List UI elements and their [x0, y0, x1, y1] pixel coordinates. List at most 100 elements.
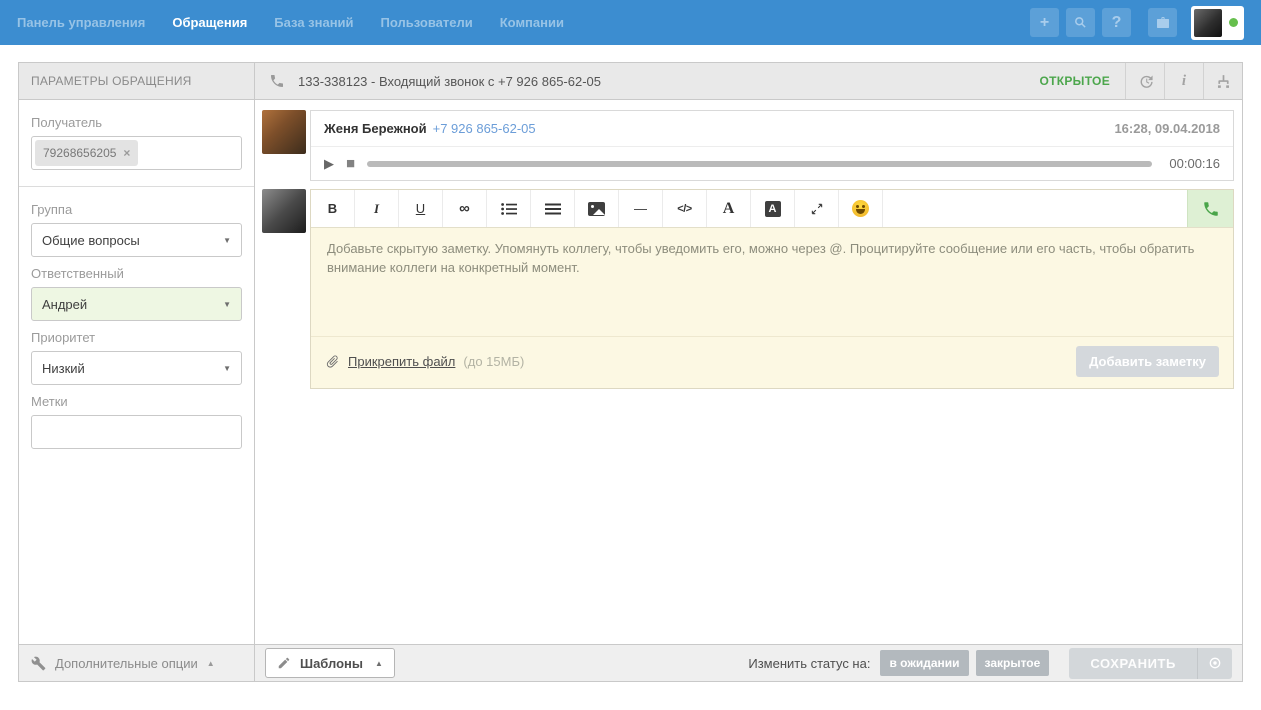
responsible-select[interactable]: Андрей ▼ — [31, 287, 242, 321]
background-color-icon: A — [764, 200, 781, 217]
ticket-footer: Шаблоны ▲ Изменить статус на: в ожидании… — [255, 644, 1242, 681]
call-button[interactable] — [1187, 190, 1233, 227]
additional-options-toggle[interactable]: Дополнительные опции ▲ — [31, 656, 215, 671]
user-avatar — [1194, 8, 1222, 37]
save-options-button[interactable] — [1197, 647, 1232, 679]
tags-input[interactable] — [31, 415, 242, 449]
help-button[interactable]: ? — [1102, 8, 1131, 37]
priority-select[interactable]: Низкий ▼ — [31, 351, 242, 385]
chevron-up-icon: ▲ — [206, 658, 215, 668]
additional-options-label: Дополнительные опции — [55, 655, 198, 671]
bold-button[interactable]: B — [311, 190, 355, 227]
ticket-panel: 133-338123 - Входящий звонок с +7 926 86… — [254, 62, 1243, 682]
add-button[interactable]: + — [1030, 8, 1059, 37]
info-button[interactable]: i — [1164, 63, 1203, 99]
note-textarea[interactable]: Добавьте скрытую заметку. Упомянуть колл… — [311, 228, 1233, 336]
recipient-label: Получатель — [31, 115, 103, 130]
attach-size-hint: (до 15МБ) — [463, 354, 525, 369]
info-icon: i — [1181, 72, 1187, 89]
group-label: Группа — [31, 202, 73, 217]
content-area: ПАРАМЕТРЫ ОБРАЩЕНИЯ Получатель 792686562… — [18, 62, 1243, 682]
note-footer: Прикрепить файл (до 15МБ) Добавить замет… — [311, 336, 1233, 388]
font-color-button[interactable]: A — [707, 190, 751, 227]
change-status-label: Изменить статус на: — [748, 655, 871, 671]
emoji-button[interactable] — [839, 190, 883, 227]
recipient-input[interactable]: 79268656205 × — [31, 136, 242, 170]
remove-tag-icon[interactable]: × — [123, 147, 130, 159]
save-button[interactable]: СОХРАНИТЬ — [1069, 647, 1197, 679]
group-value: Общие вопросы — [42, 232, 140, 248]
wand-icon — [277, 656, 291, 670]
ticket-thread: Женя Бережной +7 926 865-62-05 16:28, 09… — [255, 100, 1242, 644]
link-button[interactable]: ∞ — [443, 190, 487, 227]
sidebar-title: ПАРАМЕТРЫ ОБРАЩЕНИЯ — [31, 74, 192, 88]
merge-button[interactable] — [1203, 63, 1242, 99]
play-icon[interactable]: ▶ — [324, 157, 334, 170]
responsible-label: Ответственный — [31, 266, 124, 281]
fields-section: Группа Общие вопросы ▼ Ответственный Анд… — [19, 187, 254, 465]
paperclip-icon — [325, 354, 340, 369]
call-message-header: Женя Бережной +7 926 865-62-05 16:28, 09… — [311, 111, 1233, 147]
note-editor-card: B I U ∞ — </> A A Добавьте скрытую замет… — [310, 189, 1234, 389]
insert-image-button[interactable] — [575, 190, 619, 227]
online-status-dot — [1229, 18, 1238, 27]
priority-value: Низкий — [42, 360, 85, 376]
message-timestamp: 16:28, 09.04.2018 — [1114, 121, 1220, 136]
expand-icon — [810, 202, 824, 216]
group-select[interactable]: Общие вопросы ▼ — [31, 223, 242, 257]
unordered-list-button[interactable] — [487, 190, 531, 227]
chevron-down-icon: ▼ — [223, 235, 231, 245]
customer-avatar — [262, 110, 306, 154]
chevron-up-icon: ▲ — [374, 658, 383, 668]
save-button-group: СОХРАНИТЬ — [1069, 647, 1232, 679]
audio-progress-bar[interactable] — [367, 160, 1152, 167]
status-controls: Изменить статус на: в ожидании закрытое … — [748, 647, 1232, 679]
priority-label: Приоритет — [31, 330, 96, 345]
templates-button[interactable]: Шаблоны ▲ — [265, 648, 395, 678]
link-icon: ∞ — [459, 200, 470, 217]
italic-icon: I — [373, 200, 380, 216]
nav-item-users[interactable]: Пользователи — [381, 15, 473, 30]
chevron-down-icon: ▼ — [223, 299, 231, 309]
history-button[interactable] — [1125, 63, 1164, 99]
code-icon: </> — [677, 202, 692, 215]
ticket-status-badge[interactable]: ОТКРЫТОЕ — [1039, 74, 1110, 88]
stop-icon[interactable]: ■ — [346, 156, 355, 171]
nav-item-knowledge-base[interactable]: База знаний — [274, 15, 353, 30]
attach-file-link[interactable]: Прикрепить файл — [348, 354, 455, 369]
search-icon — [1073, 15, 1088, 30]
nav-menu: Панель управления Обращения База знаний … — [17, 15, 564, 30]
ticket-header: 133-338123 - Входящий звонок с +7 926 86… — [255, 63, 1242, 100]
code-button[interactable]: </> — [663, 190, 707, 227]
background-color-button[interactable]: A — [751, 190, 795, 227]
ordered-list-button[interactable] — [531, 190, 575, 227]
merge-icon — [1215, 73, 1232, 90]
nav-item-tickets[interactable]: Обращения — [172, 15, 247, 30]
history-icon — [1137, 73, 1154, 90]
user-menu[interactable] — [1191, 5, 1244, 40]
sidebar-body: Получатель 79268656205 × Группа Общие во… — [19, 100, 254, 644]
status-pending-button[interactable]: в ожидании — [880, 650, 969, 676]
nav-item-dashboard[interactable]: Панель управления — [17, 15, 145, 30]
customer-name: Женя Бережной — [324, 121, 427, 136]
apps-button[interactable] — [1148, 8, 1177, 37]
circle-dot-icon — [1207, 655, 1223, 671]
audio-player: ▶ ■ 00:00:16 — [311, 147, 1233, 180]
sidebar-footer: Дополнительные опции ▲ — [19, 644, 254, 681]
status-closed-button[interactable]: закрытое — [975, 650, 1050, 676]
underline-button[interactable]: U — [399, 190, 443, 227]
top-navigation-bar: Панель управления Обращения База знаний … — [0, 0, 1261, 45]
underline-icon: U — [415, 201, 426, 216]
nav-item-companies[interactable]: Компании — [500, 15, 564, 30]
recipient-tag: 79268656205 × — [35, 140, 139, 166]
editor-toolbar: B I U ∞ — </> A A — [311, 190, 1233, 228]
horizontal-rule-button[interactable]: — — [619, 190, 663, 227]
templates-label: Шаблоны — [300, 655, 363, 671]
add-note-button[interactable]: Добавить заметку — [1076, 346, 1219, 377]
chevron-down-icon: ▼ — [223, 363, 231, 373]
customer-phone-link[interactable]: +7 926 865-62-05 — [433, 121, 536, 136]
italic-button[interactable]: I — [355, 190, 399, 227]
agent-avatar — [262, 189, 306, 233]
fullscreen-button[interactable] — [795, 190, 839, 227]
search-button[interactable] — [1066, 8, 1095, 37]
